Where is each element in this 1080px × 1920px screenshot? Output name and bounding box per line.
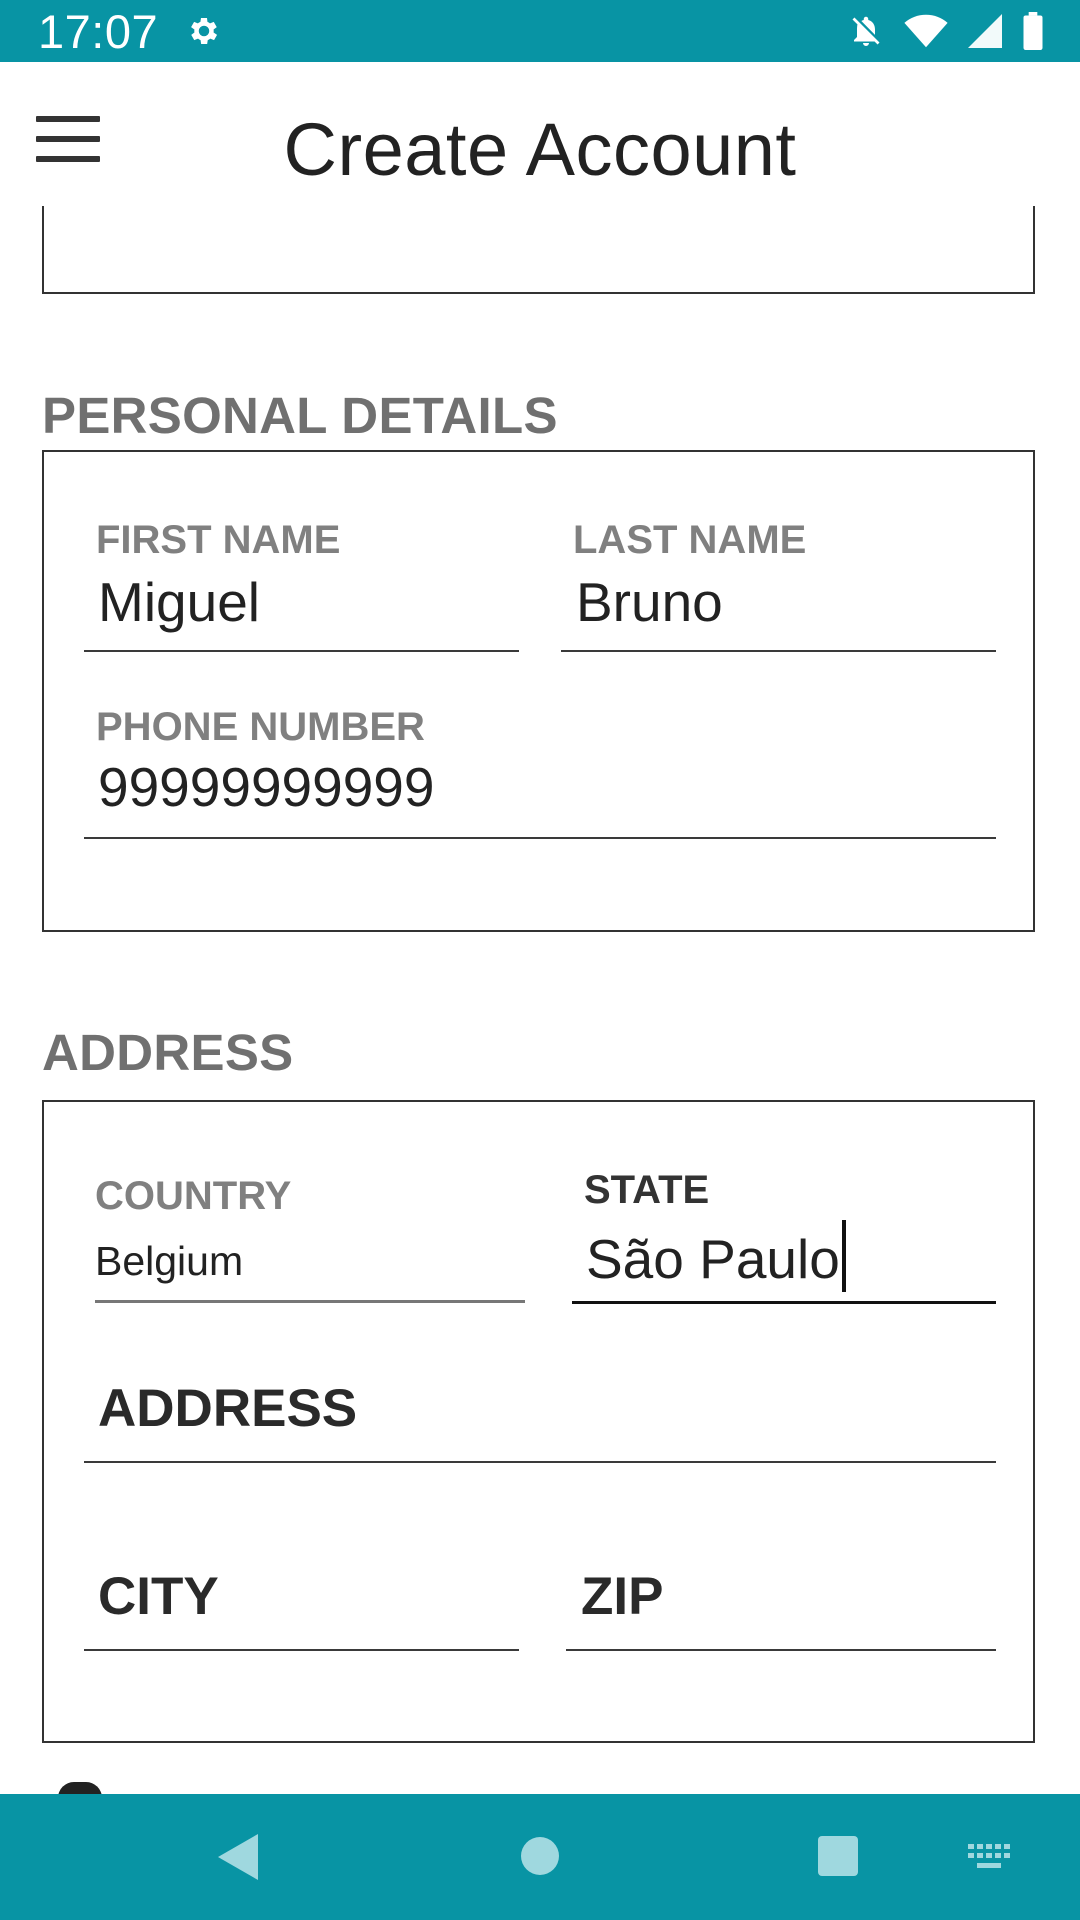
gear-icon [191, 17, 218, 45]
app-bar: Create Account [0, 62, 1080, 206]
address-input[interactable]: ADDRESS [98, 1378, 357, 1439]
first-name-input[interactable]: Miguel [98, 570, 260, 634]
home-icon[interactable] [521, 1837, 559, 1875]
signal-icon [968, 14, 1002, 48]
last-name-input[interactable]: Bruno [576, 570, 723, 634]
zip-underline [566, 1649, 996, 1651]
status-bar: 17:07 [0, 0, 1080, 62]
wifi-icon [904, 14, 948, 48]
back-icon[interactable] [218, 1834, 258, 1880]
previous-section-box [42, 206, 1035, 294]
state-underline [572, 1301, 996, 1304]
keyboard-icon[interactable] [968, 1844, 1010, 1870]
page-title: Create Account [283, 108, 797, 191]
battery-icon [1023, 12, 1043, 50]
section-title-address: ADDRESS [42, 1024, 294, 1081]
last-name-label: LAST NAME [573, 518, 807, 562]
phone-number-underline [84, 837, 996, 839]
state-label: STATE [584, 1168, 710, 1212]
status-time: 17:07 [38, 5, 159, 58]
form-content[interactable]: PERSONAL DETAILS FIRST NAME Miguel LAST … [0, 206, 1080, 1794]
state-input[interactable]: São Paulo [586, 1220, 846, 1292]
state-value: São Paulo [586, 1228, 840, 1290]
phone-number-input[interactable]: 99999999999 [98, 755, 434, 819]
partially-visible-icon [58, 1782, 102, 1794]
country-underline [95, 1300, 525, 1303]
country-value[interactable]: Belgium [95, 1238, 243, 1285]
city-input[interactable]: CITY [98, 1566, 219, 1627]
zip-input[interactable]: ZIP [581, 1566, 663, 1627]
phone-number-label: PHONE NUMBER [96, 705, 425, 749]
notifications-off-icon [852, 16, 880, 46]
recents-icon[interactable] [818, 1836, 858, 1876]
last-name-underline [561, 650, 996, 652]
text-cursor [841, 1220, 846, 1292]
status-icons [848, 12, 1044, 50]
first-name-label: FIRST NAME [96, 518, 341, 562]
address-underline [84, 1461, 996, 1463]
country-label: COUNTRY [95, 1174, 292, 1218]
section-title-personal-details: PERSONAL DETAILS [42, 387, 558, 444]
navigation-bar [0, 1794, 1080, 1920]
city-underline [84, 1649, 519, 1651]
first-name-underline [84, 650, 519, 652]
